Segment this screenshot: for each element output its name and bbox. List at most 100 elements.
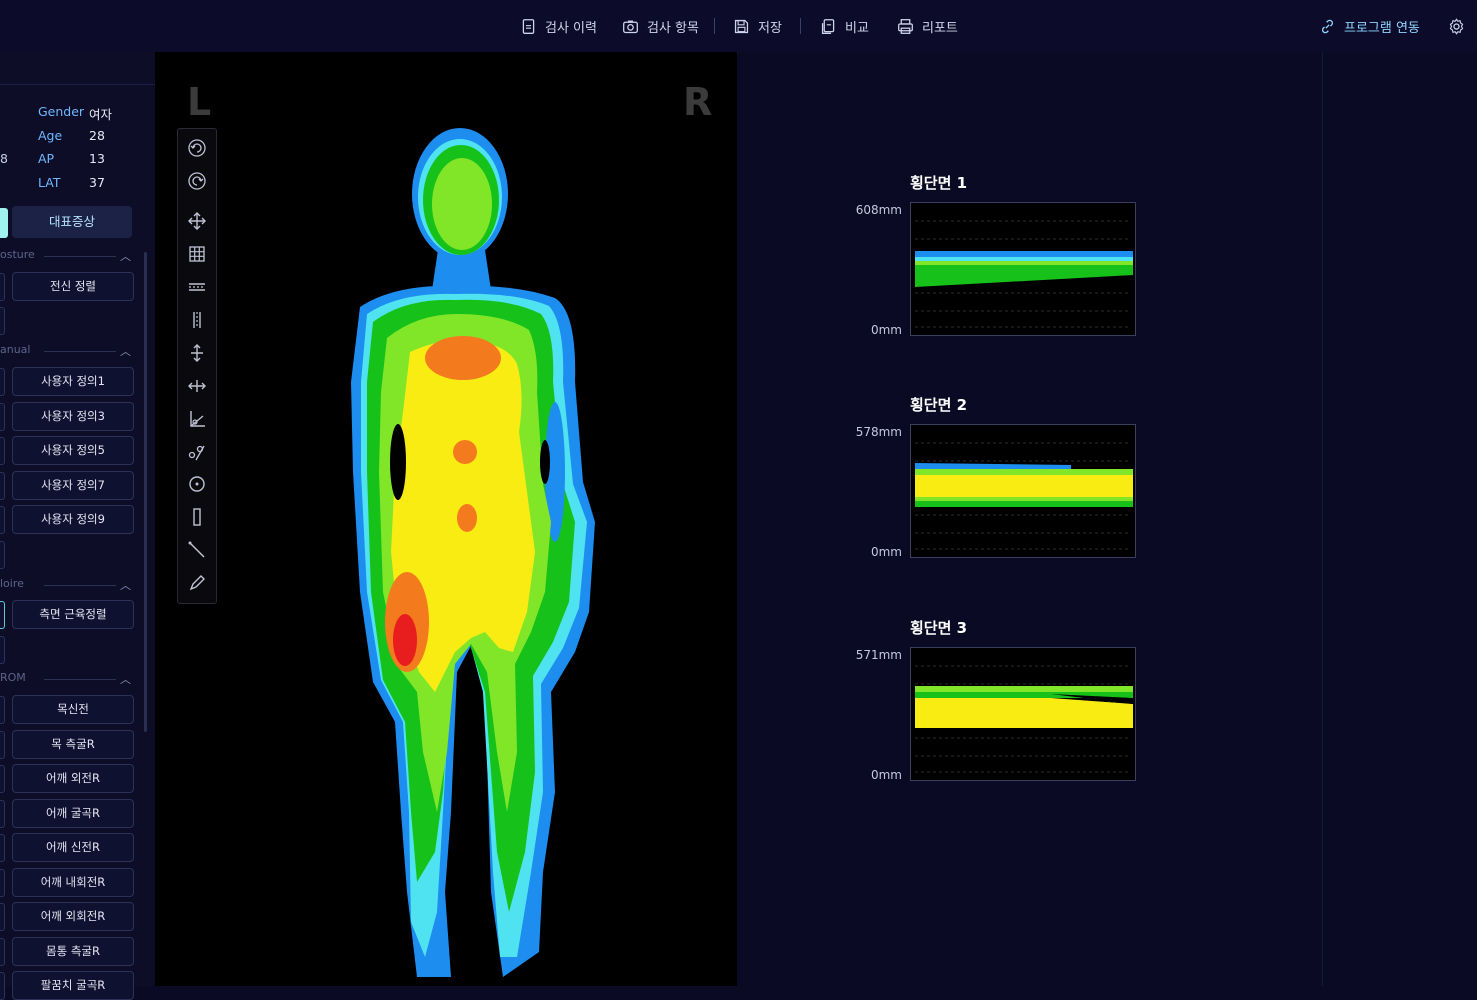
button-stub[interactable] [0,731,5,759]
cross-section-3-svg [915,665,1133,773]
button-stub-selected[interactable] [0,601,5,629]
save-button[interactable]: 저장 [733,16,782,36]
body-scan-viewer[interactable]: L R [155,52,737,986]
chevron-up-icon[interactable]: ︿ [120,343,131,359]
button-stub[interactable] [0,938,5,966]
compare-icon [821,18,835,34]
button-stub[interactable] [0,307,5,335]
history-label: 검사 이력 [545,20,597,36]
representative-symptom-button[interactable]: 대표증상 [12,206,132,238]
custom-def-7-button[interactable]: 사용자 정의7 [12,471,134,500]
custom-def-5-button[interactable]: 사용자 정의5 [12,436,134,465]
toolbar-divider [714,18,715,34]
cross-section-1-svg [915,220,1133,328]
selected-tab-indicator[interactable] [0,208,8,238]
custom-def-3-button[interactable]: 사용자 정의3 [12,402,134,431]
vertical-lines-icon[interactable] [186,309,208,331]
rom-trunk-lateral-flexion-r-button[interactable]: 몸통 측굴R [12,937,134,966]
compare-button[interactable]: 비교 [820,16,869,36]
cross-section-1-plot[interactable] [910,202,1136,336]
cross-section-3-bottom-label: 0mm [870,768,902,782]
rom-shoulder-internal-rotation-r-button[interactable]: 어깨 내회전R [12,868,134,897]
left-panel: Gender 여자 Age 28 58 AP 13 LAT 37 대표증상 os… [0,52,156,1000]
section-rom[interactable]: ROM ︿ [0,671,140,687]
angle-icon[interactable] [186,408,208,430]
chevron-up-icon[interactable]: ︿ [120,248,131,264]
right-side-marker: R [683,80,713,124]
button-stub[interactable] [0,368,5,396]
heat-hotspot [393,614,417,666]
button-stub[interactable] [0,437,5,465]
button-stub[interactable] [0,636,5,664]
lateral-muscle-alignment-button[interactable]: 측면 근육정렬 [12,600,134,629]
age-row: Age 28 [0,128,155,150]
grid-icon[interactable] [186,243,208,265]
section-moire-label: loire [0,577,24,590]
rom-shoulder-abduction-r-button[interactable]: 어깨 외전R [12,764,134,793]
gender-row: Gender 여자 [0,104,155,126]
report-button[interactable]: 리포트 [897,16,958,36]
left-panel-scrollbar[interactable] [144,252,147,732]
horizontal-lines-icon[interactable] [186,276,208,298]
redo-icon[interactable] [186,170,208,192]
cross-section-1-top-label: 608mm [855,203,902,217]
line-icon[interactable] [186,539,208,561]
lat-value: 37 [89,175,105,190]
toolbar-divider [800,18,801,34]
button-stub[interactable] [0,800,5,828]
rom-shoulder-extension-r-button[interactable]: 어깨 신전R [12,833,134,862]
button-stub[interactable] [0,765,5,793]
cross-section-panel: 횡단면 1 608mm 0mm 횡단면 2 578mm 0mm 횡단면 3 57… [738,52,1322,986]
whole-body-alignment-button[interactable]: 전신 정렬 [12,272,134,301]
age-label: Age [38,128,63,143]
chevron-up-icon[interactable]: ︿ [120,671,131,687]
vertical-measure-icon[interactable] [186,342,208,364]
cross-section-2-plot[interactable] [910,424,1136,558]
button-stub[interactable] [0,506,5,534]
section-posture[interactable]: osture ︿ [0,248,140,264]
left-panel-header [0,52,155,85]
button-stub[interactable] [0,972,5,1000]
items-button[interactable]: 검사 항목 [622,16,699,36]
pencil-icon[interactable] [186,572,208,594]
button-stub[interactable] [0,403,5,431]
viewer-toolbar [177,128,217,604]
button-stub[interactable] [0,903,5,931]
ap-label: AP [38,151,55,166]
gear-icon [1449,17,1464,35]
compare-label: 비교 [845,20,869,36]
program-link-button[interactable]: 프로그램 연동 [1319,16,1420,36]
custom-def-1-button[interactable]: 사용자 정의1 [12,367,134,396]
rectangle-icon[interactable] [186,506,208,528]
cross-section-1-title: 횡단면 1 [910,174,968,192]
history-button[interactable]: 검사 이력 [520,16,597,36]
button-stub[interactable] [0,273,5,301]
points-icon[interactable] [186,441,208,463]
section-manual[interactable]: anual ︿ [0,343,140,359]
move-icon[interactable] [186,210,208,232]
section-divider [44,351,116,352]
button-stub[interactable] [0,541,5,569]
chevron-up-icon[interactable]: ︿ [120,577,131,593]
cross-section-3-top-label: 571mm [855,648,902,662]
button-stub[interactable] [0,696,5,724]
section-manual-label: anual [0,343,31,356]
rom-shoulder-flexion-r-button[interactable]: 어깨 굴곡R [12,799,134,828]
button-stub[interactable] [0,869,5,897]
link-icon [1322,19,1333,33]
circle-icon[interactable] [186,473,208,495]
undo-icon[interactable] [186,137,208,159]
custom-def-9-button[interactable]: 사용자 정의9 [12,505,134,534]
camera-icon [623,20,638,33]
settings-button[interactable] [1448,16,1473,36]
rom-neck-extension-button[interactable]: 목신전 [12,695,134,724]
cross-section-3-plot[interactable] [910,647,1136,781]
ap-value: 13 [89,151,105,166]
section-moire[interactable]: loire ︿ [0,577,140,593]
rom-shoulder-external-rotation-r-button[interactable]: 어깨 외회전R [12,902,134,931]
horizontal-measure-icon[interactable] [186,375,208,397]
save-icon [734,19,749,33]
rom-neck-lateral-flexion-r-button[interactable]: 목 측굴R [12,730,134,759]
button-stub[interactable] [0,472,5,500]
button-stub[interactable] [0,834,5,862]
